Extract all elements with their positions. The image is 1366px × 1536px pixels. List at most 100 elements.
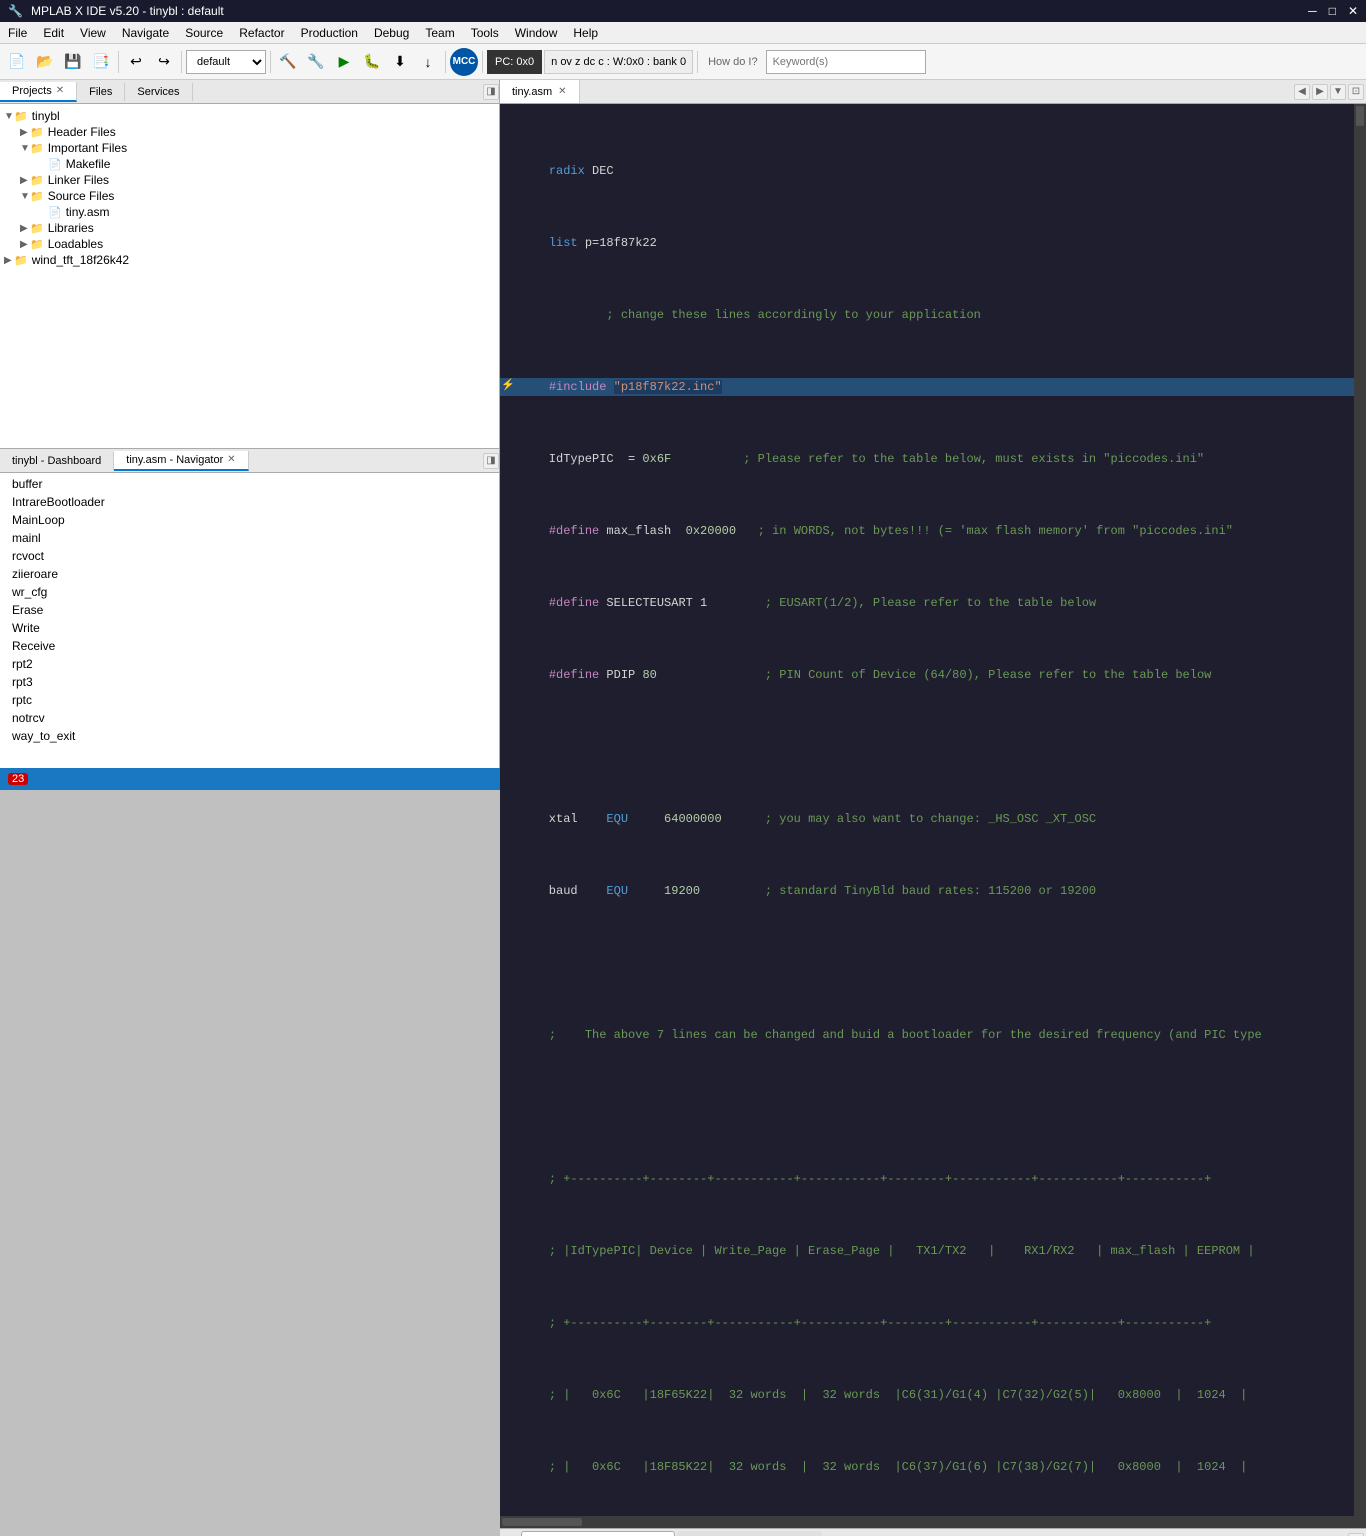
close-btn[interactable]: ✕ xyxy=(1348,4,1358,18)
tab-navigator[interactable]: tiny.asm - Navigator ✕ xyxy=(114,451,248,471)
window-controls: ─ □ ✕ xyxy=(1308,4,1358,18)
editor-tab-close[interactable]: ✕ xyxy=(558,86,566,97)
expand-header-files[interactable]: ▶ xyxy=(20,127,30,138)
nav-receive[interactable]: Receive xyxy=(8,637,491,655)
navigator-panel-toggle[interactable]: ◨ xyxy=(483,453,499,469)
code-line-6: #define max_flash 0x20000 ; in WORDS, no… xyxy=(500,522,1354,540)
editor-vscrollbar[interactable] xyxy=(1354,104,1366,1516)
nav-wr-cfg[interactable]: wr_cfg xyxy=(8,583,491,601)
code-editor[interactable]: radix DEC list p=18f87k22 ; xyxy=(500,104,1354,1516)
menu-production[interactable]: Production xyxy=(293,24,366,42)
expand-tinybl[interactable]: ▼ xyxy=(4,111,14,122)
nav-intrare[interactable]: IntrareBootloader xyxy=(8,493,491,511)
output-tab-warning[interactable]: Project Loading Warning ✕ xyxy=(521,1531,675,1536)
nav-way-to-exit[interactable]: way_to_exit xyxy=(8,727,491,745)
nav-mainl[interactable]: mainl xyxy=(8,529,491,547)
tree-item-libraries[interactable]: ▶ 📁 Libraries xyxy=(0,220,499,236)
code-scroll-area[interactable]: radix DEC list p=18f87k22 ; xyxy=(500,104,1354,1516)
mcc-btn[interactable]: MCC xyxy=(450,48,478,76)
undo-btn[interactable]: ↩ xyxy=(123,49,149,75)
new-project-btn[interactable]: 📄 xyxy=(4,49,30,75)
tree-item-tinybl[interactable]: ▼ 📁 tinybl xyxy=(0,108,499,124)
expand-important-files[interactable]: ▼ xyxy=(20,143,30,154)
nav-buffer[interactable]: buffer xyxy=(8,475,491,493)
code-line-2: list p=18f87k22 xyxy=(500,234,1354,252)
open-project-btn[interactable]: 📂 xyxy=(32,49,58,75)
keyword-search[interactable] xyxy=(766,50,926,74)
code-line-16: ; |IdTypePIC| Device | Write_Page | Eras… xyxy=(500,1242,1354,1260)
maximize-btn[interactable]: □ xyxy=(1329,4,1336,18)
menu-navigate[interactable]: Navigate xyxy=(114,24,177,42)
editor-prev-btn[interactable]: ◀ xyxy=(1294,84,1310,100)
save-all-btn[interactable]: 📑 xyxy=(88,49,114,75)
editor-menu-btn[interactable]: ▼ xyxy=(1330,84,1346,100)
menu-team[interactable]: Team xyxy=(417,24,462,42)
tree-item-tiny-asm[interactable]: 📄 tiny.asm xyxy=(0,204,499,220)
nav-rptc[interactable]: rptc xyxy=(8,691,491,709)
menu-view[interactable]: View xyxy=(72,24,114,42)
tree-item-source-files[interactable]: ▼ 📁 Source Files xyxy=(0,188,499,204)
program-btn[interactable]: ⬇ xyxy=(387,49,413,75)
nav-erase[interactable]: Erase xyxy=(8,601,491,619)
menu-help[interactable]: Help xyxy=(565,24,606,42)
code-line-12 xyxy=(500,954,1354,972)
nav-mainloop[interactable]: MainLoop xyxy=(8,511,491,529)
tab-files[interactable]: Files xyxy=(77,83,125,101)
notification-count: 23 xyxy=(8,773,28,785)
menu-source[interactable]: Source xyxy=(177,24,231,42)
left-panel-toggle[interactable]: ◨ xyxy=(483,84,499,100)
vscrollbar-thumb[interactable] xyxy=(1356,106,1364,126)
tab-services[interactable]: Services xyxy=(125,83,192,101)
expand-wind-tft[interactable]: ▶ xyxy=(4,255,14,266)
nav-notrcv[interactable]: notrcv xyxy=(8,709,491,727)
menu-edit[interactable]: Edit xyxy=(35,24,72,42)
debug-btn[interactable]: 🐛 xyxy=(359,49,385,75)
folder-icon-libraries: 📁 xyxy=(30,222,44,235)
minimize-btn[interactable]: ─ xyxy=(1308,4,1317,18)
redo-btn[interactable]: ↪ xyxy=(151,49,177,75)
expand-linker-files[interactable]: ▶ xyxy=(20,175,30,186)
tree-item-header-files[interactable]: ▶ 📁 Header Files xyxy=(0,124,499,140)
menu-debug[interactable]: Debug xyxy=(366,24,417,42)
nav-write[interactable]: Write xyxy=(8,619,491,637)
editor-hscrollbar[interactable] xyxy=(500,1516,1366,1528)
hscrollbar-thumb[interactable] xyxy=(502,1518,582,1526)
code-line-8: #define PDIP 80 ; PIN Count of Device (6… xyxy=(500,666,1354,684)
output-play-btn[interactable]: ▶ xyxy=(504,1530,519,1536)
editor-expand-btn[interactable]: ⊡ xyxy=(1348,84,1364,100)
nav-ziieroare[interactable]: ziieroare xyxy=(8,565,491,583)
editor-tab-tiny-asm[interactable]: tiny.asm ✕ xyxy=(500,80,580,103)
tab-dashboard[interactable]: tinybl - Dashboard xyxy=(0,452,114,470)
expand-source-files[interactable]: ▼ xyxy=(20,191,30,202)
editor-next-btn[interactable]: ▶ xyxy=(1312,84,1328,100)
build-btn[interactable]: 🔨 xyxy=(275,49,301,75)
run-btn[interactable]: ▶ xyxy=(331,49,357,75)
clean-build-btn[interactable]: 🔧 xyxy=(303,49,329,75)
toolbar-sep-6 xyxy=(697,51,698,73)
output-tab-build[interactable]: tinybl (Clean, Build, ...) ✕ xyxy=(677,1531,822,1536)
menu-window[interactable]: Window xyxy=(507,24,566,42)
tab-navigator-close[interactable]: ✕ xyxy=(227,454,235,465)
tree-item-loadables[interactable]: ▶ 📁 Loadables xyxy=(0,236,499,252)
menu-tools[interactable]: Tools xyxy=(463,24,507,42)
nav-rpt3[interactable]: rpt3 xyxy=(8,673,491,691)
tree-item-important-files[interactable]: ▼ 📁 Important Files xyxy=(0,140,499,156)
save-btn[interactable]: 💾 xyxy=(60,49,86,75)
expand-libraries[interactable]: ▶ xyxy=(20,223,30,234)
nav-rcvoct[interactable]: rcvoct xyxy=(8,547,491,565)
code-line-10: xtal EQU 64000000 ; you may also want to… xyxy=(500,810,1354,828)
tree-item-wind-tft[interactable]: ▶ 📁 wind_tft_18f26k42 xyxy=(0,252,499,268)
config-dropdown[interactable]: default xyxy=(186,50,266,74)
tree-item-makefile[interactable]: 📄 Makefile xyxy=(0,156,499,172)
menu-refactor[interactable]: Refactor xyxy=(231,24,292,42)
step-btn[interactable]: ↓ xyxy=(415,49,441,75)
expand-loadables[interactable]: ▶ xyxy=(20,239,30,250)
tab-projects-close[interactable]: ✕ xyxy=(56,85,64,96)
main-layout: Projects ✕ Files Services ◨ ▼ 📁 tinybl ▶ xyxy=(0,80,1366,768)
nav-rpt2[interactable]: rpt2 xyxy=(8,655,491,673)
menu-file[interactable]: File xyxy=(0,24,35,42)
tab-projects[interactable]: Projects ✕ xyxy=(0,82,77,102)
output-expand-btn[interactable]: ⊡ xyxy=(1348,1533,1364,1536)
code-line-14 xyxy=(500,1098,1354,1116)
tree-item-linker-files[interactable]: ▶ 📁 Linker Files xyxy=(0,172,499,188)
